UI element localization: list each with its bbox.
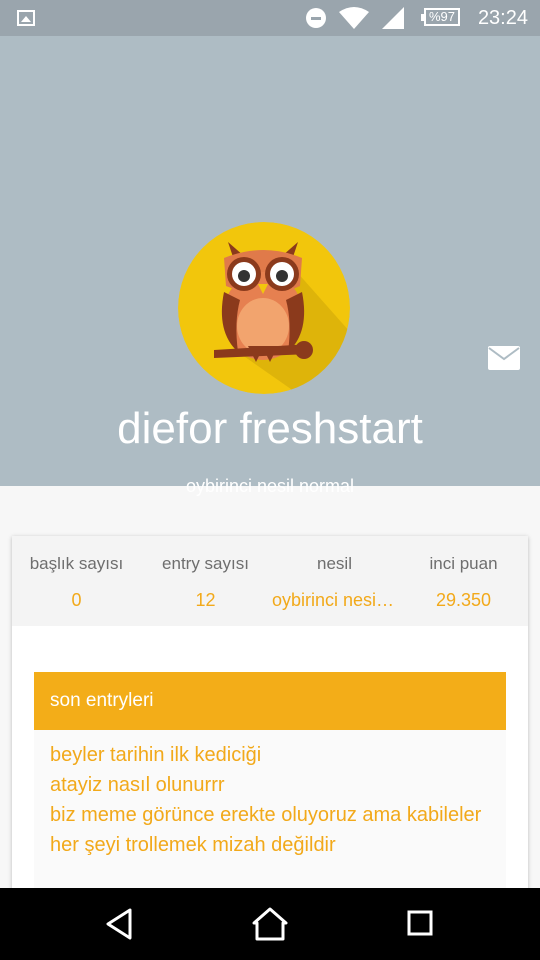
status-bar: %97 23:24 [0, 0, 540, 36]
user-generation-label: oybirinci nesil normal [185, 476, 355, 496]
owl-icon [178, 222, 350, 394]
entry-link[interactable]: atayiz nasıl olunurrr [34, 770, 506, 800]
stat-value: 12 [195, 590, 216, 610]
profile-header: diefor freshstart oybirinci nesil normal [0, 36, 540, 496]
stat-entry-count: entry sayısı 12 [141, 536, 270, 626]
navigation-bar [0, 888, 540, 960]
back-icon[interactable] [100, 906, 140, 942]
recent-entries-list: beyler tarihin ilk kediciği atayiz nasıl… [34, 730, 506, 890]
stat-label: inci puan [429, 554, 498, 573]
battery-indicator: %97 [421, 8, 460, 26]
stat-karma: inci puan 29.350 [399, 536, 528, 626]
battery-level: %97 [428, 9, 456, 24]
stats-row: başlık sayısı 0 entry sayısı 12 nesil oy… [12, 536, 528, 626]
owl-avatar[interactable] [178, 222, 350, 394]
stat-topic-count: başlık sayısı 0 [12, 536, 141, 626]
stat-value: 0 [71, 590, 82, 610]
stat-label: entry sayısı [162, 554, 249, 573]
stat-generation: nesil oybirinci nesil normal [270, 536, 399, 626]
entry-link[interactable]: biz meme görünce erekte oluyoruz ama kab… [34, 800, 506, 830]
recents-icon[interactable] [400, 906, 440, 942]
entry-link[interactable]: beyler tarihin ilk kediciği [34, 740, 506, 770]
username: diefor freshstart [117, 404, 423, 453]
profile-card: başlık sayısı 0 entry sayısı 12 nesil oy… [12, 536, 528, 896]
image-notification-icon [17, 10, 35, 26]
signal-icon [382, 7, 404, 29]
stat-value: 29.350 [435, 590, 492, 610]
mail-icon[interactable] [488, 346, 520, 370]
entry-link[interactable]: her şeyi trollemek mizah değildir [34, 830, 506, 860]
stat-label: nesil [317, 554, 352, 573]
wifi-icon [339, 7, 369, 29]
do-not-disturb-icon [306, 8, 326, 28]
stat-label: başlık sayısı [29, 554, 124, 573]
stat-value: oybirinci nesil normal [272, 590, 399, 610]
home-icon[interactable] [250, 906, 290, 942]
recent-entries-header: son entryleri [34, 672, 506, 730]
status-clock: 23:24 [477, 7, 528, 29]
